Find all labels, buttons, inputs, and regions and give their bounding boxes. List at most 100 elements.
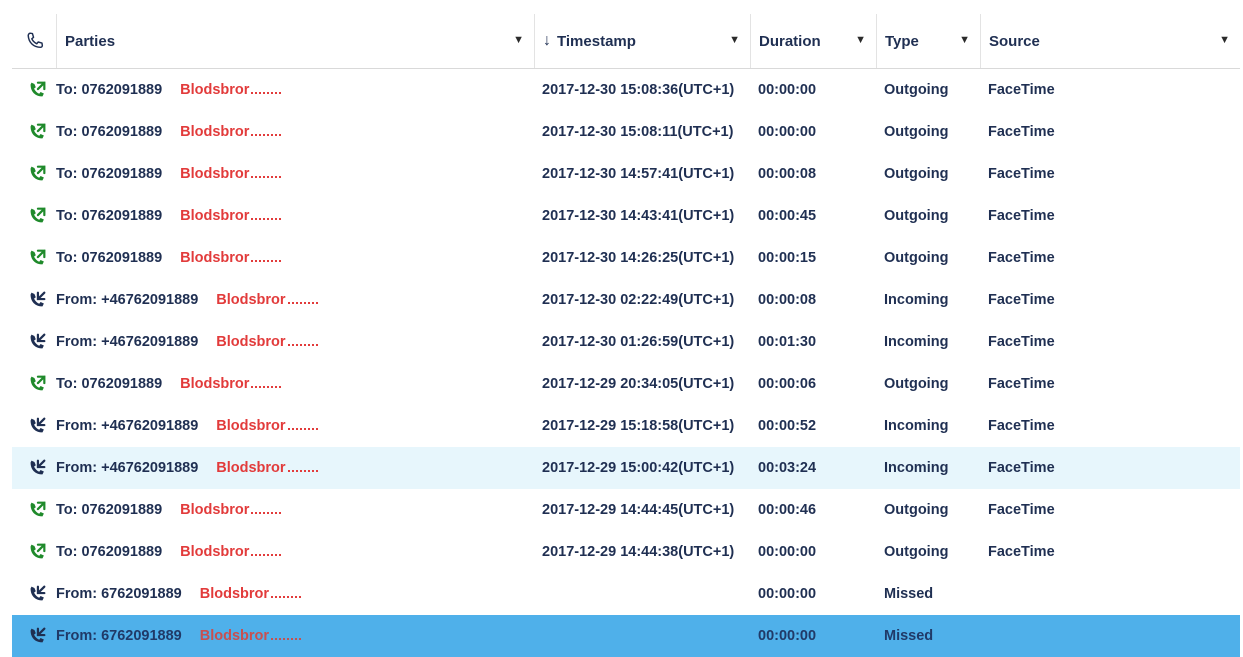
- incoming-call-icon: [26, 415, 48, 437]
- cell-parties: To: 0762091889 Blodsbror: [56, 237, 534, 279]
- cell-type: Outgoing: [884, 208, 949, 224]
- cell-timestamp: 2017-12-29 14:44:45(UTC+1): [542, 502, 735, 518]
- party-number: To: 0762091889: [56, 82, 163, 98]
- header-timestamp-label: Timestamp: [557, 32, 636, 50]
- contact-name[interactable]: Blodsbror: [216, 418, 318, 434]
- contact-name-label: Blodsbror: [199, 586, 270, 602]
- contact-name[interactable]: Blodsbror: [180, 166, 282, 182]
- contact-name[interactable]: Blodsbror: [199, 628, 302, 644]
- cell-duration: 00:00:00: [758, 586, 817, 602]
- table-row[interactable]: To: 0762091889 Blodsbror 2017-12-30 14:57:…: [12, 153, 1240, 195]
- cell-parties: From: 6762091889 Blodsbror: [56, 615, 534, 657]
- cell-type: Incoming: [884, 418, 949, 434]
- table-row[interactable]: From: +46762091889 Blodsbror 2017-12-30 02…: [12, 279, 1240, 321]
- contact-name[interactable]: Blodsbror: [180, 544, 282, 560]
- cell-source: [980, 573, 1243, 615]
- contact-name-label: Blodsbror: [199, 628, 270, 644]
- header-type[interactable]: Type ▼: [876, 14, 980, 68]
- table-row[interactable]: To: 0762091889 Blodsbror 2017-12-29 14:44:…: [12, 531, 1240, 573]
- chevron-down-icon[interactable]: ▼: [959, 34, 970, 46]
- chevron-down-icon[interactable]: ▼: [513, 34, 524, 46]
- cell-parties: To: 0762091889 Blodsbror: [56, 69, 534, 111]
- party-number: To: 0762091889: [56, 208, 163, 224]
- cell-timestamp: 2017-12-30 15:08:11(UTC+1): [542, 124, 734, 140]
- table-row[interactable]: From: 6762091889 Blodsbror 00:00:00 Missed: [12, 573, 1240, 615]
- cell-parties: From: +46762091889 Blodsbror: [56, 321, 534, 363]
- contact-name[interactable]: Blodsbror: [199, 586, 302, 602]
- contact-name-suffix: [287, 460, 318, 473]
- cell-parties: To: 0762091889 Blodsbror: [56, 489, 534, 531]
- party-number: To: 0762091889: [56, 502, 163, 518]
- cell-source: FaceTime: [988, 208, 1055, 224]
- outgoing-call-icon: [26, 499, 48, 521]
- chevron-down-icon[interactable]: ▼: [729, 34, 740, 46]
- contact-name-suffix: [251, 82, 282, 95]
- table-row[interactable]: To: 0762091889 Blodsbror 2017-12-29 20:34:…: [12, 363, 1240, 405]
- cell-parties: From: +46762091889 Blodsbror: [56, 279, 534, 321]
- header-timestamp[interactable]: ↓ Timestamp ▼: [534, 14, 750, 68]
- chevron-down-icon[interactable]: ▼: [855, 34, 866, 46]
- cell-type: Outgoing: [884, 250, 949, 266]
- contact-name[interactable]: Blodsbror: [180, 208, 282, 224]
- outgoing-call-icon: [26, 121, 48, 143]
- header-icon-column: [12, 14, 56, 68]
- cell-source: FaceTime: [988, 82, 1055, 98]
- contact-name-suffix: [251, 166, 282, 179]
- table-row[interactable]: From: 6762091889 Blodsbror 00:00:00 Missed: [12, 615, 1240, 657]
- contact-name-suffix: [251, 124, 282, 137]
- header-source-label: Source: [989, 32, 1040, 50]
- cell-duration: 00:03:24: [758, 460, 817, 476]
- cell-type: Outgoing: [884, 376, 949, 392]
- contact-name-suffix: [251, 544, 282, 557]
- cell-source: FaceTime: [988, 124, 1055, 140]
- cell-duration: 00:00:00: [758, 82, 817, 98]
- cell-duration: 00:00:00: [758, 544, 817, 560]
- table-row[interactable]: To: 0762091889 Blodsbror 2017-12-30 15:08:…: [12, 111, 1240, 153]
- incoming-call-icon: [26, 583, 48, 605]
- contact-name-label: Blodsbror: [180, 502, 250, 518]
- cell-timestamp: 2017-12-29 15:00:42(UTC+1): [542, 460, 735, 476]
- header-type-label: Type: [885, 32, 919, 50]
- contact-name[interactable]: Blodsbror: [180, 250, 282, 266]
- contact-name[interactable]: Blodsbror: [216, 334, 318, 350]
- party-number: To: 0762091889: [56, 250, 163, 266]
- contact-name-suffix: [271, 628, 302, 641]
- chevron-down-icon[interactable]: ▼: [1219, 34, 1230, 46]
- cell-type: Outgoing: [884, 544, 949, 560]
- party-number: From: +46762091889: [56, 292, 199, 308]
- table-row[interactable]: To: 0762091889 Blodsbror 2017-12-30 15:08:…: [12, 69, 1240, 111]
- cell-parties: To: 0762091889 Blodsbror: [56, 195, 534, 237]
- cell-source: FaceTime: [988, 250, 1055, 266]
- table-row[interactable]: To: 0762091889 Blodsbror 2017-12-30 14:43:…: [12, 195, 1240, 237]
- cell-type: Outgoing: [884, 124, 949, 140]
- contact-name[interactable]: Blodsbror: [180, 376, 282, 392]
- header-source[interactable]: Source ▼: [980, 14, 1240, 68]
- party-number: To: 0762091889: [56, 376, 163, 392]
- cell-duration: 00:00:08: [758, 166, 817, 182]
- call-log-view: Parties ▼ ↓ Timestamp ▼ Duration ▼ Type …: [0, 0, 1243, 657]
- contact-name-label: Blodsbror: [216, 292, 286, 308]
- header-parties[interactable]: Parties ▼: [56, 14, 534, 68]
- header-duration[interactable]: Duration ▼: [750, 14, 876, 68]
- contact-name-label: Blodsbror: [216, 418, 286, 434]
- contact-name-suffix: [287, 418, 318, 431]
- cell-timestamp: [534, 615, 758, 657]
- party-number: To: 0762091889: [56, 124, 163, 140]
- contact-name[interactable]: Blodsbror: [216, 460, 318, 476]
- cell-parties: To: 0762091889 Blodsbror: [56, 363, 534, 405]
- contact-name[interactable]: Blodsbror: [180, 82, 282, 98]
- cell-type: Incoming: [884, 334, 949, 350]
- table-row[interactable]: From: +46762091889 Blodsbror 2017-12-29 15…: [12, 447, 1240, 489]
- cell-duration: 00:00:00: [758, 628, 817, 644]
- contact-name[interactable]: Blodsbror: [180, 502, 282, 518]
- table-row[interactable]: To: 0762091889 Blodsbror 2017-12-30 14:26:…: [12, 237, 1240, 279]
- contact-name-suffix: [251, 502, 282, 515]
- contact-name[interactable]: Blodsbror: [216, 292, 318, 308]
- cell-duration: 00:00:15: [758, 250, 817, 266]
- contact-name[interactable]: Blodsbror: [180, 124, 282, 140]
- cell-type: Outgoing: [884, 166, 949, 182]
- table-row[interactable]: From: +46762091889 Blodsbror 2017-12-29 15…: [12, 405, 1240, 447]
- table-row[interactable]: To: 0762091889 Blodsbror 2017-12-29 14:44:…: [12, 489, 1240, 531]
- cell-type: Incoming: [884, 460, 949, 476]
- table-row[interactable]: From: +46762091889 Blodsbror 2017-12-30 01…: [12, 321, 1240, 363]
